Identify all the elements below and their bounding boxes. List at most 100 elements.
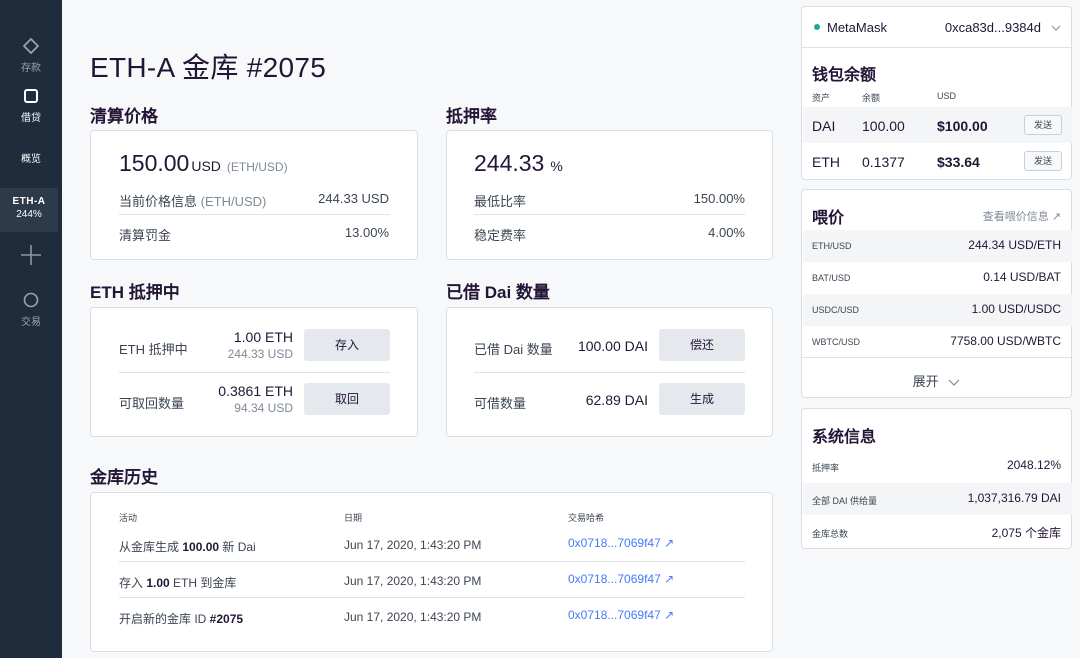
column-header-activity: 活动 <box>119 513 138 523</box>
nav-trade[interactable]: 交易 <box>0 292 62 328</box>
liquidation-penalty-label: 清算罚金 <box>119 228 172 243</box>
liquidation-penalty-value: 13.00% <box>344 225 389 240</box>
liquidation-price-heading: 清算价格 <box>90 107 158 126</box>
collateral-ratio-card: 244.33% 最低比率 150.00% 稳定费率 4.00% <box>446 130 773 260</box>
eth-locked-card: ETH 抵押中 1.00 ETH 244.33 USD 存入 可取回数量 0.3… <box>90 307 418 437</box>
connected-status-dot <box>814 24 820 30</box>
eth-locked-amount: 1.00 ETH 244.33 USD <box>228 329 293 361</box>
expand-feeds-button[interactable]: 展开 <box>802 371 1071 390</box>
generate-button[interactable]: 生成 <box>659 383 745 415</box>
price-feeds-heading: 喂价 <box>812 210 845 227</box>
payback-button[interactable]: 偿还 <box>659 329 745 361</box>
nav-trade-label: 交易 <box>21 317 41 328</box>
feed-value: 244.34 USD/ETH <box>968 238 1061 252</box>
nav-overview-label: 概览 <box>21 154 41 165</box>
feed-pair: WBTC/USD <box>812 337 860 347</box>
dai-borrowed-label: 已借 Dai 数量 <box>474 342 553 357</box>
feed-pair: USDC/USD <box>812 305 860 315</box>
history-row-date: Jun 17, 2020, 1:43:20 PM <box>344 610 482 624</box>
current-price-label: 当前价格信息 (ETH/USD) <box>119 191 266 210</box>
system-info-label: 金库总数 <box>812 529 849 539</box>
feed-value: 1.00 USD/USDC <box>971 302 1061 316</box>
deposit-button[interactable]: 存入 <box>304 329 390 361</box>
current-price-value: 244.33 USD <box>318 191 389 206</box>
wallet-address[interactable]: 0xca83d...9384d <box>945 20 1041 35</box>
withdrawable-amount-usd: 94.34 USD <box>234 401 293 415</box>
system-info-value: 1,037,316.79 DAI <box>967 491 1061 505</box>
collateral-ratio-number: 244.33 <box>474 150 545 176</box>
history-row-activity: 存入 1.00 ETH 到金库 <box>119 574 236 591</box>
collateral-ratio-value: 244.33% <box>474 150 563 177</box>
available-to-generate-label: 可借数量 <box>474 396 527 411</box>
activity-amount: #2075 <box>209 612 244 626</box>
nav-borrow[interactable]: 借贷 <box>0 88 62 130</box>
divider <box>802 357 1071 358</box>
eth-locked-amount-eth: 1.00 ETH <box>233 329 293 345</box>
feed-value: 7758.00 USD/WBTC <box>950 334 1061 348</box>
withdrawable-amount-eth: 0.3861 ETH <box>218 383 293 399</box>
divider <box>119 597 745 598</box>
feed-value: 0.14 USD/BAT <box>983 270 1061 284</box>
nav-borrow-label: 借贷 <box>21 113 41 124</box>
send-dai-button[interactable]: 发送 <box>1024 115 1062 135</box>
chevron-down-icon <box>948 379 960 386</box>
asset-balance: 0.1377 <box>862 154 905 170</box>
history-row-date: Jun 17, 2020, 1:43:20 PM <box>344 538 482 552</box>
activity-amount: 1.00 <box>146 576 170 590</box>
eth-locked-heading: ETH 抵押中 <box>90 283 180 302</box>
square-icon <box>24 89 38 103</box>
system-info-value: 2048.12% <box>1006 458 1061 472</box>
column-header-balance: 余额 <box>862 93 881 103</box>
nav-vault-ratio: 244% <box>16 209 42 220</box>
column-header-tx-hash: 交易哈希 <box>568 513 605 523</box>
withdraw-button[interactable]: 取回 <box>304 383 390 415</box>
feed-pair: ETH/USD <box>812 241 852 251</box>
collateral-ratio-unit: % <box>550 158 563 174</box>
asset-name: ETH <box>812 154 840 170</box>
feed-pair: BAT/USD <box>812 273 851 283</box>
tx-hash-link[interactable]: 0x0718...7069f47 ↗ <box>568 608 674 622</box>
column-header-date: 日期 <box>344 513 363 523</box>
history-row-date: Jun 17, 2020, 1:43:20 PM <box>344 574 482 588</box>
sidebar: 存款 借贷 概览 ETH-A 244% 交易 <box>0 0 62 658</box>
system-info-value: 2,075 个金库 <box>991 526 1061 540</box>
chevron-down-icon[interactable] <box>1051 25 1061 31</box>
withdrawable-amount: 0.3861 ETH 94.34 USD <box>218 383 293 415</box>
system-info-label: 抵押率 <box>812 463 840 473</box>
dai-borrowed-amount: 100.00 DAI <box>577 338 648 354</box>
activity-text: ETH 到金库 <box>169 576 237 590</box>
nav-deposit-label: 存款 <box>21 63 41 74</box>
send-eth-button[interactable]: 发送 <box>1024 151 1062 171</box>
wallet-balance-heading: 钱包余额 <box>812 67 877 84</box>
circle-icon <box>23 292 39 308</box>
min-ratio-value: 150.00% <box>693 191 745 206</box>
divider <box>119 214 390 215</box>
liquidation-price-unit: USD <box>191 158 221 174</box>
price-feeds-card: 喂价 查看喂价信息 ↗ ETH/USD 244.34 USD/ETH BAT/U… <box>801 189 1072 398</box>
nav-deposit[interactable]: 存款 <box>0 37 62 78</box>
system-info-card: 系统信息 抵押率 2048.12% 全部 DAI 供给量 1,037,316.7… <box>801 408 1072 549</box>
collateral-ratio-heading: 抵押率 <box>446 107 497 126</box>
tx-hash-link[interactable]: 0x0718...7069f47 ↗ <box>568 536 674 550</box>
eth-locked-amount-usd: 244.33 USD <box>227 347 293 361</box>
add-vault-button[interactable] <box>0 244 62 274</box>
divider <box>474 372 745 373</box>
min-ratio-label: 最低比率 <box>474 194 527 209</box>
page-title: ETH-A 金库 #2075 <box>90 52 327 83</box>
withdrawable-label: 可取回数量 <box>119 396 185 411</box>
current-price-label-sub: (ETH/USD) <box>200 194 267 209</box>
nav-vault-eth-a[interactable]: ETH-A 244% <box>0 188 58 232</box>
system-info-heading: 系统信息 <box>812 429 877 446</box>
activity-text: 开启新的金库 ID <box>119 612 210 626</box>
stability-fee-value: 4.00% <box>708 225 745 240</box>
tx-hash-link[interactable]: 0x0718...7069f47 ↗ <box>568 572 674 586</box>
vault-history-table: 活动 日期 交易哈希 从金库生成 100.00 新 Dai Jun 17, 20… <box>90 492 773 652</box>
view-price-feeds-link[interactable]: 查看喂价信息 ↗ <box>983 208 1061 224</box>
column-header-asset: 资产 <box>812 93 831 103</box>
asset-usd: $33.64 <box>937 154 980 170</box>
nav-overview[interactable]: 概览 <box>0 150 62 170</box>
plus-icon <box>21 245 41 265</box>
expand-label: 展开 <box>912 374 939 389</box>
system-info-label: 全部 DAI 供给量 <box>812 496 878 506</box>
wallet-provider: MetaMask <box>827 20 887 35</box>
